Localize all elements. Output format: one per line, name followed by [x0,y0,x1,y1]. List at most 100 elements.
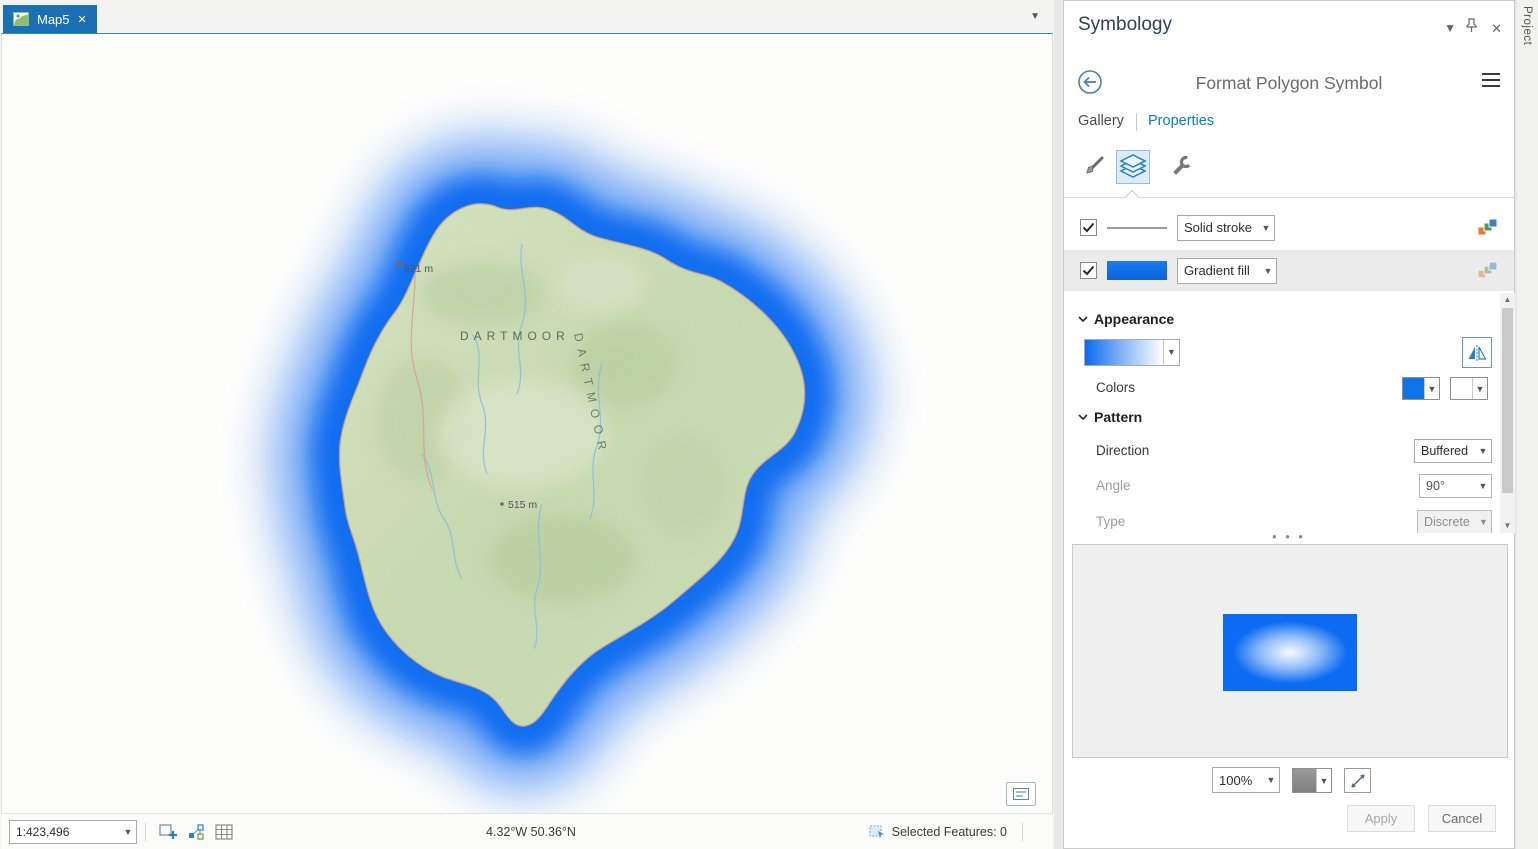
paintbrush-mode-button[interactable] [1076,150,1110,184]
direction-combo[interactable]: Buffered ▼ [1414,439,1492,463]
project-pane-tab[interactable]: Project [1521,0,1533,45]
layer-structure-icon[interactable] [1476,217,1498,239]
map-status-bar: 1:423,496 ▼ 4.32°W 50.36°N Selected Feat… [1,813,1053,849]
preview-zoom-value: 100% [1219,772,1253,788]
scroll-up-icon[interactable]: ▲ [1500,293,1515,307]
editor-button[interactable] [157,822,179,842]
scale-preview-button[interactable] [1344,768,1371,793]
diagonal-resize-icon [1350,773,1365,788]
angle-combo[interactable]: 90° ▼ [1419,474,1492,498]
combo-caret-icon: ▼ [1478,446,1488,456]
map-tab-label: Map5 [37,11,70,27]
stroke-type-value: Solid stroke [1184,220,1252,235]
cursor-coordinates: 4.32°W 50.36°N [486,824,576,839]
tab-properties[interactable]: Properties [1148,113,1214,129]
layers-mode-button[interactable] [1116,150,1150,184]
combo-caret-icon: ▼ [1478,481,1488,491]
hamburger-menu-button[interactable] [1482,73,1500,87]
map-tab[interactable]: Map5 ✕ [3,5,97,33]
back-button[interactable] [1076,68,1104,96]
status-popup-button[interactable] [1006,782,1036,806]
scrollbar-thumb[interactable] [1502,308,1513,493]
panel-title: Symbology [1078,14,1172,35]
type-value: Discrete [1424,515,1470,529]
combo-caret-icon: ▼ [1266,775,1276,785]
checkmark-icon [1082,222,1095,233]
preview-background-combo[interactable]: ▼ [1292,768,1332,793]
wrench-icon [1173,155,1193,175]
checkmark-icon [1082,265,1095,276]
color2-swatch [1451,378,1472,399]
color1-swatch [1403,378,1424,399]
direction-value: Buffered [1421,444,1469,458]
mirror-icon [1468,344,1487,361]
chevron-down-icon [1078,414,1088,421]
chevron-down-icon [1078,316,1088,323]
elevation-dot-icon [500,502,504,506]
layer-structure-icon[interactable] [1476,260,1498,282]
scale-caret-icon: ▼ [123,826,133,837]
properties-scroll-area: Appearance ▼ Colors ▼ ▼ Pattern Directio… [1064,293,1516,533]
apply-button[interactable]: Apply [1347,805,1415,832]
pattern-section-label: Pattern [1094,409,1143,425]
selected-features-label[interactable]: Selected Features: 0 [892,825,1007,839]
type-combo[interactable]: Discrete ▼ [1417,510,1492,533]
editor-icon [158,823,177,839]
layers-icon [1119,154,1147,178]
combo-caret-icon: ▼ [1263,265,1273,276]
panel-splitter-handle[interactable]: ● ● ● [1064,531,1514,542]
type-label: Type [1096,514,1126,529]
snapping-icon [188,823,204,840]
gradient-scheme-combo[interactable]: ▼ [1084,339,1180,366]
stroke-sample [1107,226,1167,229]
pattern-section-header[interactable]: Pattern [1078,409,1142,425]
fill-sample [1107,261,1167,280]
fill-type-combo[interactable]: Gradient fill ▼ [1177,257,1277,284]
combo-caret-icon: ▼ [1472,378,1487,399]
layer-enabled-checkbox[interactable] [1080,262,1097,279]
panel-heading: Format Polygon Symbol [1195,73,1383,93]
tab-gallery[interactable]: Gallery [1078,113,1124,129]
gradient-scheme-swatch [1085,340,1163,365]
back-arrow-icon [1078,70,1102,94]
mirror-gradient-button[interactable] [1462,337,1492,368]
map-label-dartmoor: DARTMOOR [460,329,570,343]
map-elevation-2: 515 m [508,499,537,511]
symbol-layer-row[interactable]: Solid stroke ▼ [1064,207,1514,248]
grid-icon [215,823,233,840]
appearance-section-label: Appearance [1094,311,1175,327]
fill-type-value: Gradient fill [1184,263,1250,278]
cancel-button[interactable]: Cancel [1428,805,1496,832]
appearance-section-header[interactable]: Appearance [1078,311,1174,327]
pin-icon[interactable] [1465,18,1478,36]
map-canvas[interactable]: DARTMOOR DARTMOOR 621 m 515 m [1,33,1053,813]
map-view-pane: Map5 ✕ ▼ DARTMOOR DARTMOOR 621 m 515 m 1… [0,0,1054,849]
angle-label: Angle [1096,478,1131,493]
stroke-type-combo[interactable]: Solid stroke ▼ [1177,214,1275,241]
gradient-core [1223,614,1357,691]
color1-combo[interactable]: ▼ [1402,377,1440,400]
symbol-preview-box [1072,544,1508,758]
map-thumbnail-icon [13,12,29,26]
panel-close-icon[interactable]: ✕ [1491,21,1502,37]
view-tab-strip: Map5 ✕ ▼ [0,0,1054,33]
grid-button[interactable] [213,822,235,842]
preview-background-swatch [1293,769,1316,792]
snapping-button[interactable] [185,822,207,842]
symbol-layer-row-selected[interactable]: Gradient fill ▼ [1064,250,1514,291]
direction-label: Direction [1096,443,1150,458]
tab-close-icon[interactable]: ✕ [78,13,87,26]
symbol-preview [1223,614,1357,691]
panel-menu-caret-icon[interactable]: ▼ [1444,21,1456,35]
layer-enabled-checkbox[interactable] [1080,219,1097,236]
preview-zoom-combo[interactable]: 100% ▼ [1212,767,1280,793]
map-scale-combo[interactable]: 1:423,496 ▼ [9,819,137,844]
color2-combo[interactable]: ▼ [1450,377,1488,400]
angle-value: 90° [1426,479,1445,493]
notification-list-icon [1013,788,1029,800]
view-list-caret-icon[interactable]: ▼ [1030,11,1040,22]
structure-mode-button[interactable] [1164,150,1198,184]
vertical-scrollbar[interactable]: ▲ ▼ [1500,293,1515,533]
combo-caret-icon: ▼ [1424,378,1439,399]
combo-caret-icon: ▼ [1478,517,1488,527]
